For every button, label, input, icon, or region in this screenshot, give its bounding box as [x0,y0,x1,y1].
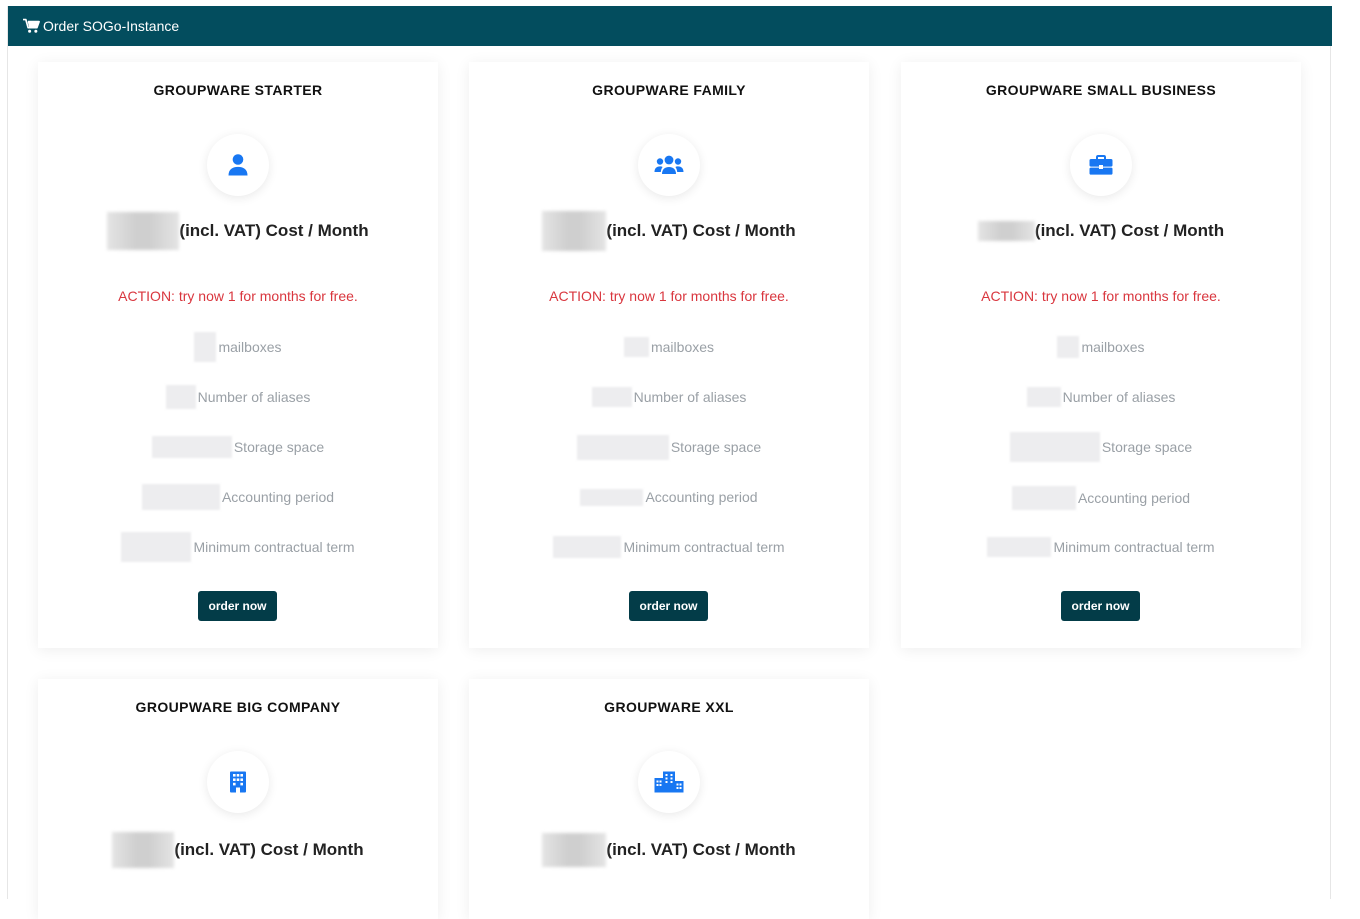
feature-storage: Storage space [38,435,438,459]
feature-value-redacted [1009,432,1100,462]
plan-title: GROUPWARE SMALL BUSINESS [985,82,1217,98]
users-group-icon [654,155,684,174]
price-label: (incl. VAT) Cost / Month [1034,221,1225,240]
plan-title: GROUPWARE STARTER [153,82,323,98]
plan-card-family: GROUPWARE FAMILY (incl. VAT) Cost / Mont… [469,62,869,648]
feature-value-redacted [194,332,217,362]
feature-storage: Storage space [901,432,1301,462]
feature-value-redacted [591,387,632,407]
plan-card-starter: GROUPWARE STARTER (incl. VAT) Cost / Mon… [38,62,438,648]
price-row: (incl. VAT) Cost / Month [901,210,1301,252]
promo-text: ACTION: try now 1 for months for free. [981,288,1221,304]
price-label: (incl. VAT) Cost / Month [606,221,796,240]
promo-text: ACTION: try now 1 for months for free. [118,288,358,304]
plan-card-xxl: GROUPWARE XXL (incl. VAT) Cost / Month [469,679,869,919]
feature-aliases: Number of aliases [901,386,1301,408]
price-value-redacted [542,211,607,251]
user-icon [228,154,248,176]
feature-value-redacted [576,434,669,460]
plan-icon-wrap [1070,134,1132,196]
feature-value-redacted [1011,486,1076,510]
price-value-redacted [107,212,180,250]
feature-value-redacted [623,337,649,357]
feature-value-redacted [1026,387,1061,407]
price-value-redacted [542,833,607,867]
panel-title: Order SOGo-Instance [43,18,180,34]
order-now-button[interactable]: order now [1061,591,1140,621]
order-now-button[interactable]: order now [198,591,277,621]
feature-value-redacted [1057,336,1080,358]
price-value-redacted [977,221,1035,241]
plan-title: GROUPWARE BIG COMPANY [135,699,341,715]
feature-accounting: Accounting period [901,486,1301,510]
feature-min-term: Minimum contractual term [38,531,438,563]
feature-accounting: Accounting period [469,488,869,506]
price-label: (incl. VAT) Cost / Month [174,840,364,859]
feature-storage: Storage space [469,434,869,460]
order-panel: Order SOGo-Instance GROUPWARE STARTER (i… [7,6,1332,919]
feature-value-redacted [151,436,232,458]
cart-icon [23,18,40,33]
price-row: (incl. VAT) Cost / Month [469,210,869,252]
plan-title: GROUPWARE FAMILY [592,82,746,98]
plan-card-small-business: GROUPWARE SMALL BUSINESS (incl. VAT) Cos… [901,62,1301,648]
feature-min-term: Minimum contractual term [901,537,1301,557]
feature-value-redacted [580,488,644,506]
plan-card-big-company: GROUPWARE BIG COMPANY (incl. VAT) Cost /… [38,679,438,919]
building-icon [230,771,246,793]
plan-title: GROUPWARE XXL [604,699,734,715]
feature-min-term: Minimum contractual term [469,536,869,558]
feature-mailboxes: mailboxes [901,336,1301,358]
briefcase-icon [1089,155,1113,175]
plan-icon-wrap [638,751,700,813]
plan-icon-wrap [638,134,700,196]
feature-accounting: Accounting period [38,483,438,511]
page-scrollbar[interactable] [1332,0,1360,899]
feature-value-redacted [553,536,622,558]
feature-mailboxes: mailboxes [469,336,869,358]
price-row: (incl. VAT) Cost / Month [38,210,438,252]
plan-icon-wrap [207,751,269,813]
price-value-redacted [112,832,175,868]
promo-text: ACTION: try now 1 for months for free. [549,288,789,304]
feature-aliases: Number of aliases [38,384,438,410]
feature-value-redacted [121,532,192,562]
city-icon [654,771,684,793]
price-row: (incl. VAT) Cost / Month [469,829,869,871]
order-now-button[interactable]: order now [629,591,708,621]
price-row: (incl. VAT) Cost / Month [38,829,438,871]
plan-icon-wrap [207,134,269,196]
feature-value-redacted [141,484,220,510]
price-label: (incl. VAT) Cost / Month [606,840,796,859]
panel-header: Order SOGo-Instance [8,6,1332,46]
feature-value-redacted [987,537,1052,557]
feature-value-redacted [165,385,196,409]
price-label: (incl. VAT) Cost / Month [179,221,369,240]
feature-mailboxes: mailboxes [38,332,438,362]
feature-aliases: Number of aliases [469,386,869,408]
